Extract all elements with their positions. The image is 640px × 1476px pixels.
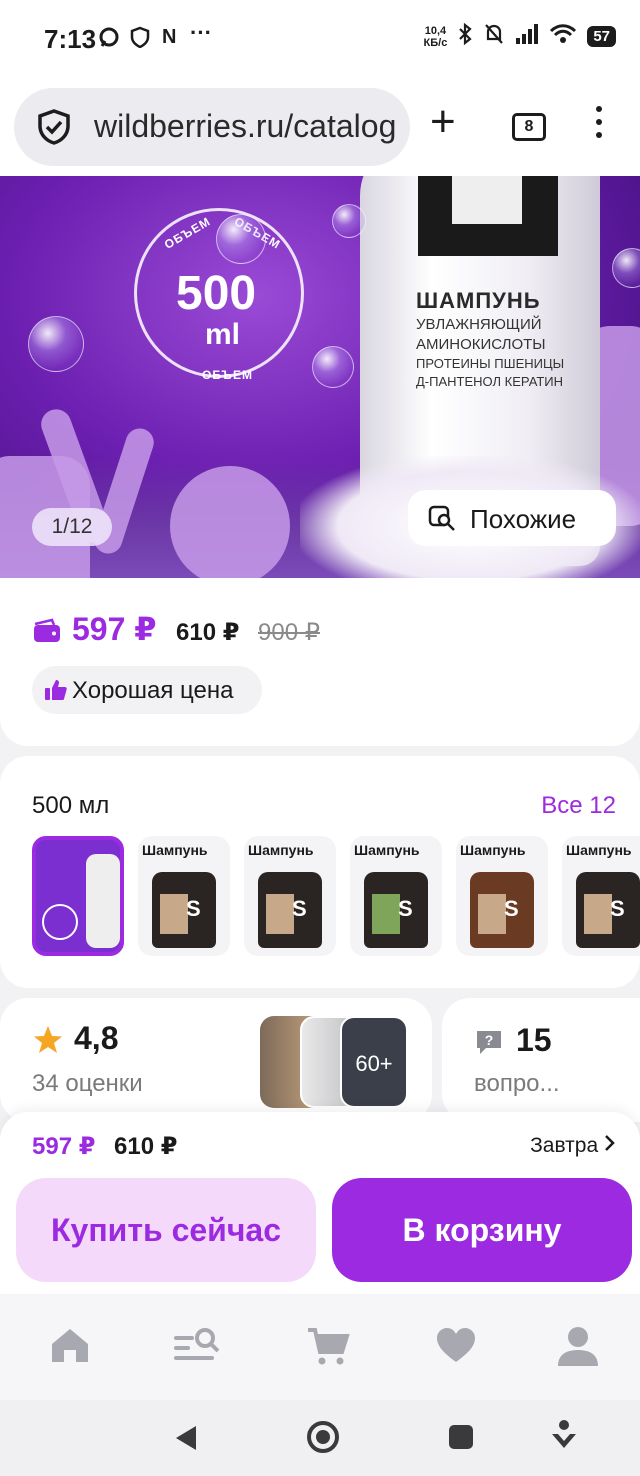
questions-count: 15: [516, 1022, 552, 1058]
variant-label: [160, 894, 188, 934]
price-old: 900 ₽: [258, 619, 320, 646]
shield-icon: [130, 26, 150, 54]
recents-icon[interactable]: [448, 1424, 474, 1455]
assistant-icon[interactable]: [550, 1418, 578, 1457]
profile-icon[interactable]: [556, 1324, 600, 1368]
variant-logo: S: [504, 896, 519, 921]
variant-thumb[interactable]: Шампунь S: [562, 836, 640, 956]
buy-now-button[interactable]: Купить сейчас: [16, 1178, 316, 1282]
good-price-badge[interactable]: Хорошая цена: [32, 666, 262, 714]
hero-product-line: УВЛАЖНЯЮЩИЙ: [416, 316, 542, 333]
status-time: 7:13: [44, 24, 97, 54]
hero-product-line: АМИНОКИСЛОТЫ: [416, 336, 546, 353]
seal-unit: ml: [205, 318, 241, 351]
hero-product-brand: ШАМПУНЬ: [416, 288, 541, 313]
bottom-navigation: [0, 1294, 640, 1400]
good-price-label: Хорошая цена: [72, 677, 234, 704]
home-circle-icon[interactable]: [306, 1420, 340, 1459]
signal-icon: [515, 24, 539, 49]
question-icon: ?: [474, 1028, 504, 1056]
variant-seal: [42, 904, 78, 940]
wifi-icon: [549, 23, 577, 50]
browser-menu-icon[interactable]: [596, 106, 604, 145]
questions-card[interactable]: ? 15 вопро...: [442, 998, 640, 1122]
bubble: [28, 316, 84, 372]
browser-toolbar: wildberries.ru/catalog + 8: [0, 80, 640, 176]
product-gallery[interactable]: ШАМПУНЬ УВЛАЖНЯЮЩИЙ АМИНОКИСЛОТЫ ПРОТЕИН…: [0, 176, 640, 578]
bubble: [612, 248, 640, 288]
bubble: [216, 214, 266, 264]
bubble: [332, 204, 366, 238]
variant-bottle: [86, 854, 120, 948]
variant-thumb[interactable]: Шампунь S: [244, 836, 336, 956]
home-icon[interactable]: [48, 1324, 92, 1368]
cart-icon[interactable]: [306, 1324, 350, 1368]
hero-product-line: ПРОТЕИНЫ ПШЕНИЦЫ: [416, 356, 565, 371]
add-to-cart-button[interactable]: В корзину: [332, 1178, 632, 1282]
svg-text:?: ?: [485, 1032, 494, 1048]
variant-logo: S: [610, 896, 625, 921]
bottle-cap-inner: [452, 176, 522, 224]
tab-count-button[interactable]: 8: [512, 113, 546, 141]
bluetooth-icon: [457, 22, 473, 51]
variant-logo: S: [398, 896, 413, 921]
url-text[interactable]: wildberries.ru/catalog: [94, 108, 396, 145]
delivery-label: Завтра: [530, 1134, 599, 1157]
variants-title: 500 мл: [32, 792, 110, 819]
variant-label: [478, 894, 506, 934]
back-icon[interactable]: [174, 1424, 198, 1457]
variant-label: [266, 894, 294, 934]
buybar-price: 597 ₽: [32, 1133, 96, 1160]
thumbs-up-icon: [44, 678, 68, 702]
seal-word: ОБЪЕМ: [202, 368, 253, 382]
review-photos-more[interactable]: 60+: [340, 1016, 408, 1108]
buy-bar: 597 ₽ 610 ₽ Завтра Купить сейчас В корзи…: [0, 1112, 640, 1294]
variant-label: [372, 894, 400, 934]
price-current: 597 ₽: [72, 611, 157, 647]
new-tab-icon[interactable]: +: [430, 100, 456, 144]
star-icon: [32, 1024, 64, 1056]
more-dots-icon: ···: [190, 20, 212, 45]
variant-logo: S: [292, 896, 307, 921]
url-field[interactable]: wildberries.ru/catalog: [14, 88, 410, 166]
price-second: 610 ₽: [176, 619, 240, 646]
variant-thumb[interactable]: Шампунь S: [456, 836, 548, 956]
catalog-search-icon[interactable]: [172, 1324, 220, 1368]
n-icon: N: [162, 26, 177, 48]
similar-search-icon: [428, 504, 456, 532]
messenger-icon: [98, 26, 120, 54]
variant-thumb-selected[interactable]: [32, 836, 124, 956]
similar-label: Похожие: [470, 504, 577, 534]
delivery-link[interactable]: Завтра: [530, 1134, 616, 1158]
battery-icon: 57: [587, 26, 616, 47]
site-security-icon[interactable]: [36, 108, 72, 146]
price-card: 597 ₽ 610 ₽ 900 ₽ Хорошая цена: [0, 578, 640, 746]
questions-label: вопро...: [474, 1070, 560, 1097]
variant-label: [584, 894, 612, 934]
status-bar: 7:13 N ··· 10,4 КБ/с 57: [0, 0, 640, 80]
mute-icon: [483, 22, 505, 51]
similar-button[interactable]: Похожие: [408, 490, 616, 546]
wallet-icon: [32, 618, 62, 644]
buybar-price-second: 610 ₽: [114, 1133, 178, 1160]
coral-shape: [170, 466, 290, 578]
seal-volume: 500: [176, 267, 257, 320]
bubble: [312, 346, 354, 388]
chevron-right-icon: [605, 1135, 615, 1151]
variants-all-link[interactable]: Все 12: [541, 792, 616, 820]
variant-thumb[interactable]: Шампунь S: [350, 836, 442, 956]
rating-value: 4,8: [74, 1020, 119, 1056]
rating-card[interactable]: 4,8 34 оценки 60+: [0, 998, 432, 1122]
favorites-icon[interactable]: [434, 1324, 478, 1368]
gallery-pager: 1/12: [32, 508, 112, 546]
variants-row: Шампунь S Шампунь S Шампунь S Шампунь S …: [32, 836, 640, 958]
rating-count: 34 оценки: [32, 1070, 143, 1097]
system-navigation: [0, 1400, 640, 1476]
variants-card: 500 мл Все 12 Шампунь S Шампунь S Шампун…: [0, 756, 640, 988]
variant-thumb[interactable]: Шампунь S: [138, 836, 230, 956]
net-speed: 10,4 КБ/с: [423, 24, 448, 49]
hero-product-line: Д-ПАНТЕНОЛ КЕРАТИН: [416, 374, 564, 389]
variant-logo: S: [186, 896, 201, 921]
